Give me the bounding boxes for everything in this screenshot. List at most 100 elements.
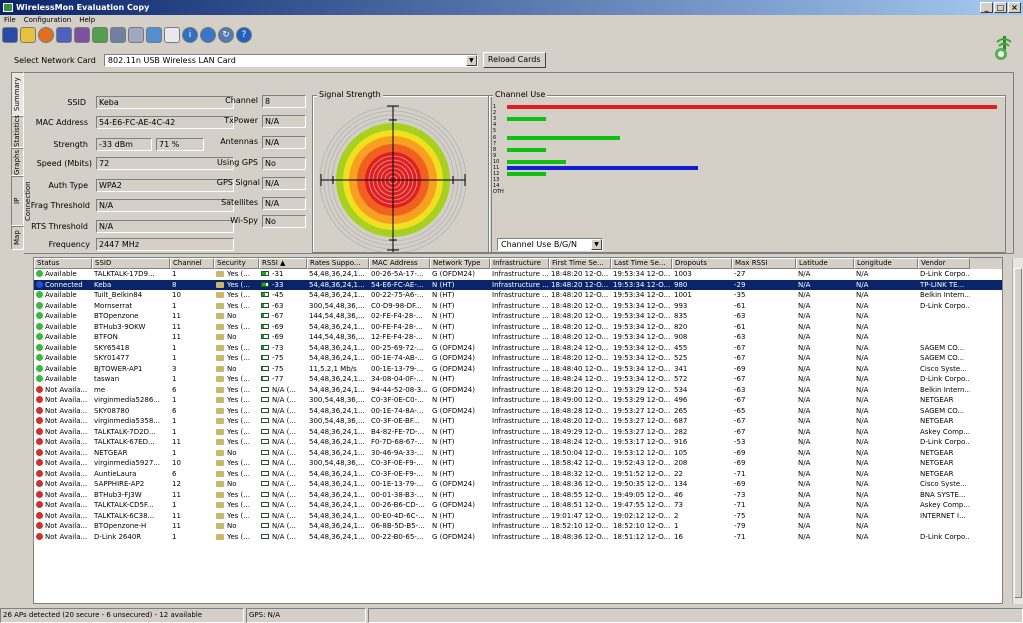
table-row[interactable]: Available BTHub3-9OKW 11 Yes (... -69 54,48,3… — [34, 322, 1002, 333]
dropouts-cell: 2 — [672, 511, 732, 522]
table-row[interactable]: Not Availa... virginmedia5927... 10 Yes (..… — [34, 458, 1002, 469]
column-header-longitude[interactable]: Longitude — [854, 258, 918, 269]
first-seen-text: 18:50:04 12-O... — [551, 448, 609, 457]
table-row[interactable]: Not Availa... TALKTALK-7D2D... 1 Yes (... N/… — [34, 427, 1002, 438]
table-row[interactable]: Not Availa... me 6 Yes (... N/A (... 54,48,36… — [34, 385, 1002, 396]
column-header-channel[interactable]: Channel — [170, 258, 214, 269]
save-icon[interactable] — [2, 27, 18, 43]
channel-cell: 11 — [170, 511, 214, 522]
tab-ip-connection[interactable]: IP Connection — [11, 176, 32, 226]
card-icon[interactable] — [92, 27, 108, 43]
column-header-dropouts[interactable]: Dropouts — [672, 258, 732, 269]
menu-help[interactable]: Help — [79, 15, 95, 26]
table-row[interactable]: Not Availa... BTOpenzone-H 11 No N/A (... 54,… — [34, 521, 1002, 532]
access-point-table: Status SSID Channel Security RSSI ▲ Rates Sup… — [33, 257, 1003, 604]
table-row[interactable]: Not Availa... virginmedia5286... 1 Yes (...… — [34, 395, 1002, 406]
signal-bar-icon — [261, 292, 269, 297]
menu-configuration[interactable]: Configuration — [24, 15, 71, 26]
column-header-rates-suppo[interactable]: Rates Suppo... — [307, 258, 369, 269]
column-header-network-type[interactable]: Network Type — [430, 258, 490, 269]
table-row[interactable]: Available BTFON 11 No -69 144,54,48,36,... 12-… — [34, 332, 1002, 343]
table-vertical-scrollbar[interactable] — [1012, 258, 1023, 604]
network-card-select[interactable]: 802.11n USB Wireless LAN Card ▼ — [103, 53, 478, 67]
table-row[interactable]: Not Availa... D-Link 2640R 1 Yes (... N/A (.… — [34, 532, 1002, 543]
column-header-mac-address[interactable]: MAC Address — [369, 258, 430, 269]
tab-summary[interactable]: Summary — [11, 72, 24, 116]
table-row[interactable]: Available taswan 1 Yes (... -77 54,48,36,24,1… — [34, 374, 1002, 385]
column-header-ssid[interactable]: SSID — [92, 258, 170, 269]
rssi-text: -63 — [272, 301, 284, 310]
table-row[interactable]: Not Availa... TALKTALK-67ED... 11 Yes (... N… — [34, 437, 1002, 448]
column-header-security[interactable]: Security — [214, 258, 259, 269]
table-row[interactable]: Available TALKTALK-17D9... 1 Yes (... -31 54,… — [34, 269, 1002, 280]
scrollbar-thumb[interactable] — [1014, 268, 1022, 598]
tab-statistics[interactable]: Statistics — [11, 115, 24, 148]
globe-icon[interactable] — [200, 27, 216, 43]
table-row[interactable]: Available Mornserrat 1 Yes (... -63 300,54,48… — [34, 301, 1002, 312]
table-row[interactable]: Not Availa... NETGEAR 1 No N/A (... 54,48,36,… — [34, 448, 1002, 459]
open-folder-icon[interactable] — [20, 27, 36, 43]
dropdown-arrow-icon[interactable]: ▼ — [465, 54, 477, 66]
column-header-status[interactable]: Status — [34, 258, 92, 269]
vendor-text: D-Link Corpo... — [920, 438, 970, 446]
column-header-infrastructure[interactable]: Infrastructure — [490, 258, 549, 269]
minimize-button[interactable]: _ — [980, 2, 993, 13]
column-header-rssi[interactable]: RSSI ▲ — [259, 258, 307, 269]
mac-cell: 00-FE-F4-28-... — [369, 322, 430, 333]
network-type-cell: G (OFDM24) — [430, 353, 490, 364]
tab-graphs[interactable]: Graphs — [11, 148, 24, 176]
help-icon[interactable]: ? — [236, 27, 252, 43]
table-row[interactable]: Available SKY65418 1 Yes (... -73 54,48,36,24… — [34, 343, 1002, 354]
info-icon[interactable]: i — [182, 27, 198, 43]
first-seen-cell: 18:52:10 12-O... — [549, 521, 611, 532]
table-row[interactable]: Available Tuilt_Belkin84 10 Yes (... -45 54,4… — [34, 290, 1002, 301]
last-seen-cell: 19:53:17 12-O... — [611, 437, 672, 448]
status-dot-icon — [36, 459, 43, 466]
table-row[interactable]: Not Availa... SKY08780 6 Yes (... N/A (... 54… — [34, 406, 1002, 417]
tab-map[interactable]: Map — [11, 226, 24, 250]
table-row[interactable]: Connected Keba 8 Yes (... -33 54,48,36,24,1..… — [34, 279, 1002, 290]
reload-cards-button[interactable]: Reload Cards — [482, 52, 546, 68]
table-row[interactable]: Not Availa... AuntieLaura 6 Yes (... N/A (..… — [34, 469, 1002, 480]
channel-use-select[interactable]: Channel Use B/G/N ▼ — [497, 238, 603, 251]
column-header-max-rssi[interactable]: Max RSSI — [732, 258, 796, 269]
table-row[interactable]: Not Availa... SAPPHIRE-AP2 12 No N/A (... 54,… — [34, 479, 1002, 490]
column-header-first-time-se[interactable]: First Time Se... — [549, 258, 611, 269]
table-row[interactable]: Available SKY01477 1 Yes (... -75 54,48,36,24… — [34, 353, 1002, 364]
table-row[interactable]: Available BTOpenzone 11 No -67 144,54,48,36,.… — [34, 311, 1002, 322]
record-icon[interactable] — [38, 27, 54, 43]
close-button[interactable]: × — [1008, 2, 1021, 13]
table-row[interactable]: Not Availa... TALKTALK-CD5F... 1 Yes (... N/… — [34, 500, 1002, 511]
maximize-button[interactable]: □ — [994, 2, 1007, 13]
document-icon[interactable] — [128, 27, 144, 43]
filter-icon[interactable] — [146, 27, 162, 43]
first-seen-cell: 18:49:29 12-O... — [549, 427, 611, 438]
column-header-latitude[interactable]: Latitude — [796, 258, 854, 269]
ssid-cell: TALKTALK-CD5F... — [92, 500, 170, 511]
mac-cell: 00-26-B6-CD-... — [369, 500, 430, 511]
column-header-vendor[interactable]: Vendor — [918, 258, 970, 269]
wirelessmon-logo-icon — [995, 36, 1012, 60]
mac-cell: C0-3F-0E-F9-... — [369, 469, 430, 480]
table-row[interactable]: Not Availa... BTHub3-FJ3W 11 Yes (... N/A (.… — [34, 490, 1002, 501]
status-text: Not Availa... — [45, 406, 88, 415]
table-row[interactable]: Available BJTOWER-AP1 3 No -75 11,5.2,1 Mb/s 0… — [34, 364, 1002, 375]
ssid-text: SAPPHIRE-AP2 — [94, 480, 145, 488]
card-alt-icon[interactable] — [110, 27, 126, 43]
page-icon[interactable] — [164, 27, 180, 43]
refresh-icon[interactable]: ↻ — [218, 27, 234, 43]
table-row[interactable]: Not Availa... virginmedia5358... 1 Yes (...… — [34, 416, 1002, 427]
max-rssi-cell: -61 — [732, 322, 796, 333]
column-header-last-time-se[interactable]: Last Time Se... — [611, 258, 672, 269]
table-row[interactable]: Not Availa... TALKTALK-6C38... 11 Yes (... N… — [34, 511, 1002, 522]
menu-file[interactable]: File — [4, 15, 16, 26]
dropdown-arrow-icon[interactable]: ▼ — [591, 239, 602, 250]
status-dot-icon — [36, 312, 43, 319]
network-alt-icon[interactable] — [74, 27, 90, 43]
max-rssi-text: -69 — [734, 448, 746, 457]
network-icon[interactable] — [56, 27, 72, 43]
network-type-text: N (HT) — [432, 301, 455, 310]
latitude-cell: N/A — [796, 269, 854, 280]
dropouts-text: 687 — [674, 417, 688, 425]
max-rssi-text: -73 — [734, 490, 746, 499]
